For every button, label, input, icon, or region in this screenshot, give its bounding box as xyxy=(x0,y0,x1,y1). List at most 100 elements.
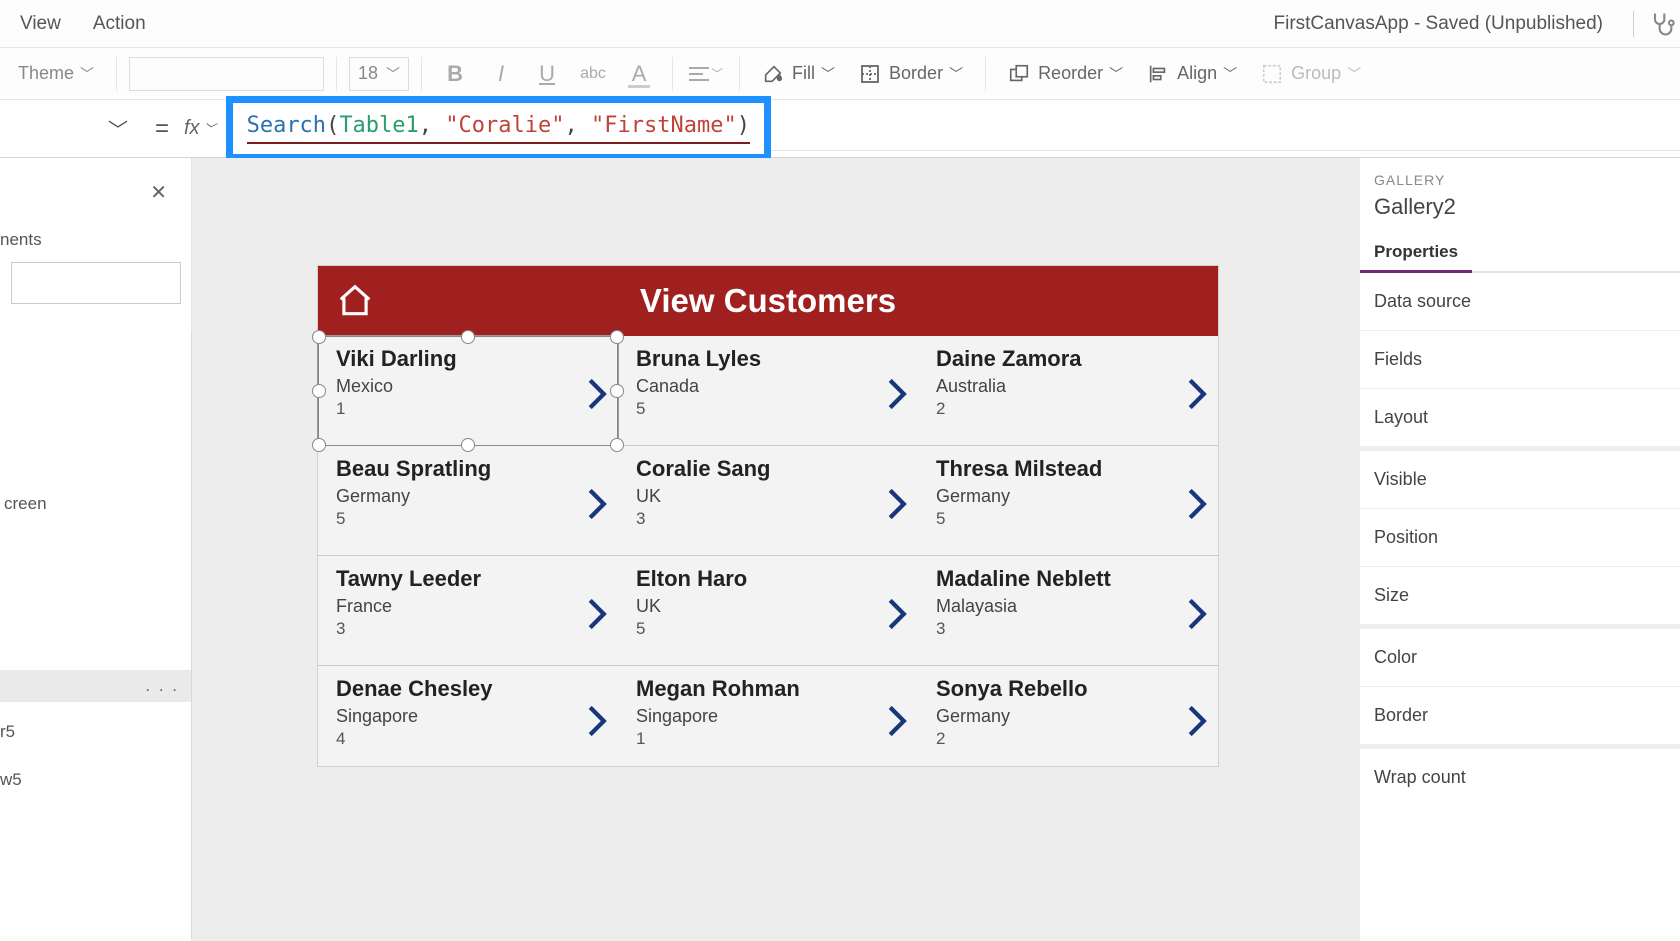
customer-number: 4 xyxy=(336,729,600,749)
stethoscope-icon[interactable] xyxy=(1648,10,1676,38)
chevron-down-icon: ﹀ xyxy=(80,64,94,84)
gallery-item[interactable]: Daine ZamoraAustralia2 xyxy=(918,336,1218,445)
customer-name: Denae Chesley xyxy=(336,676,600,702)
font-color-button[interactable]: A xyxy=(618,54,660,94)
chevron-down-icon: ﹀ xyxy=(949,64,963,84)
tree-node-selected[interactable]: . . . xyxy=(0,670,191,702)
customer-number: 1 xyxy=(336,399,600,419)
home-icon[interactable] xyxy=(336,282,374,320)
font-size-dropdown[interactable]: 18 ﹀ xyxy=(349,57,409,91)
properties-panel: GALLERY Gallery2 Properties Data source … xyxy=(1360,158,1680,941)
prop-data-source[interactable]: Data source xyxy=(1360,273,1680,331)
italic-button[interactable]: I xyxy=(480,54,522,94)
gallery-item[interactable]: Madaline NeblettMalayasia3 xyxy=(918,556,1218,665)
gallery-item[interactable]: Elton HaroUK5 xyxy=(618,556,918,665)
group-label: Group xyxy=(1291,63,1341,84)
strikethrough-button[interactable]: abc xyxy=(572,54,614,94)
chevron-right-icon[interactable] xyxy=(1186,487,1208,521)
gallery-item[interactable]: Thresa MilsteadGermany5 xyxy=(918,446,1218,555)
menu-view[interactable]: View xyxy=(4,13,77,35)
chevron-right-icon[interactable] xyxy=(586,487,608,521)
customer-number: 5 xyxy=(636,619,900,639)
customer-name: Bruna Lyles xyxy=(636,346,900,372)
chevron-right-icon[interactable] xyxy=(1186,597,1208,631)
fill-dropdown[interactable]: Fill ﹀ xyxy=(752,63,845,85)
tree-node-screen[interactable]: creen xyxy=(0,488,191,520)
gallery-control[interactable]: Viki DarlingMexico1Bruna LylesCanada5Dai… xyxy=(318,336,1218,766)
gallery-item[interactable]: Beau SpratlingGermany5 xyxy=(318,446,618,555)
text-align-button[interactable]: ﹀ xyxy=(685,54,727,94)
chevron-right-icon[interactable] xyxy=(886,487,908,521)
prop-visible[interactable]: Visible xyxy=(1360,451,1680,509)
align-dropdown[interactable]: Align ﹀ xyxy=(1137,63,1247,85)
font-size-value: 18 xyxy=(358,63,378,84)
gallery-row: Tawny LeederFrance3Elton HaroUK5Madaline… xyxy=(318,556,1218,666)
gallery-row: Viki DarlingMexico1Bruna LylesCanada5Dai… xyxy=(318,336,1218,446)
prop-color[interactable]: Color xyxy=(1360,629,1680,687)
chevron-down-icon: ﹀ xyxy=(821,64,835,84)
customer-number: 1 xyxy=(636,729,900,749)
customer-name: Sonya Rebello xyxy=(936,676,1200,702)
border-dropdown[interactable]: Border ﹀ xyxy=(849,63,973,85)
formula-input-remainder[interactable] xyxy=(771,107,1680,151)
close-icon[interactable]: ✕ xyxy=(150,180,167,205)
separator xyxy=(336,57,337,91)
customer-name: Thresa Milstead xyxy=(936,456,1200,482)
chevron-right-icon[interactable] xyxy=(586,597,608,631)
tree-search-input[interactable] xyxy=(11,262,181,304)
customer-name: Elton Haro xyxy=(636,566,900,592)
prop-layout[interactable]: Layout xyxy=(1360,389,1680,447)
reorder-dropdown[interactable]: Reorder ﹀ xyxy=(998,63,1133,85)
gallery-item[interactable]: Coralie SangUK3 xyxy=(618,446,918,555)
customer-name: Coralie Sang xyxy=(636,456,900,482)
tree-tab-fragment: nents xyxy=(0,158,191,262)
app-header-title: View Customers xyxy=(318,282,1218,320)
chevron-down-icon: ﹀ xyxy=(386,64,400,84)
font-family-dropdown[interactable] xyxy=(129,57,324,91)
prop-border[interactable]: Border xyxy=(1360,687,1680,745)
customer-number: 5 xyxy=(336,509,600,529)
chevron-right-icon[interactable] xyxy=(886,377,908,411)
chevron-right-icon[interactable] xyxy=(1186,704,1208,738)
gallery-item[interactable]: Bruna LylesCanada5 xyxy=(618,336,918,445)
chevron-right-icon[interactable] xyxy=(586,704,608,738)
prop-fields[interactable]: Fields xyxy=(1360,331,1680,389)
more-icon[interactable]: . . . xyxy=(145,676,179,696)
chevron-right-icon[interactable] xyxy=(1186,377,1208,411)
customer-country: UK xyxy=(636,486,900,507)
customer-country: Germany xyxy=(336,486,600,507)
property-selector[interactable]: ﹀ xyxy=(0,107,140,151)
gallery-item[interactable]: Megan RohmanSingapore1 xyxy=(618,666,918,766)
customer-country: Singapore xyxy=(636,706,900,727)
equals-sign: = xyxy=(140,115,184,143)
fx-button[interactable]: fx ﹀ xyxy=(184,117,226,140)
gallery-item[interactable]: Denae ChesleySingapore4 xyxy=(318,666,618,766)
chevron-right-icon[interactable] xyxy=(886,597,908,631)
formula-input-highlighted[interactable]: Search(Table1, "Coralie", "FirstName") xyxy=(226,96,771,161)
tree-view-panel: ✕ nents creen . . . r5 w5 xyxy=(0,158,192,941)
menu-action[interactable]: Action xyxy=(77,13,162,35)
workspace: ✕ nents creen . . . r5 w5 View Customers xyxy=(0,158,1680,941)
chevron-right-icon[interactable] xyxy=(586,377,608,411)
customer-name: Madaline Neblett xyxy=(936,566,1200,592)
bold-button[interactable]: B xyxy=(434,54,476,94)
prop-wrap-count[interactable]: Wrap count xyxy=(1360,749,1680,806)
gallery-item[interactable]: Sonya RebelloGermany2 xyxy=(918,666,1218,766)
customer-number: 3 xyxy=(936,619,1200,639)
separator xyxy=(739,57,740,91)
gallery-item[interactable]: Viki DarlingMexico1 xyxy=(318,336,618,445)
customer-country: Mexico xyxy=(336,376,600,397)
group-icon xyxy=(1261,63,1283,85)
gallery-item[interactable]: Tawny LeederFrance3 xyxy=(318,556,618,665)
tree-node-child[interactable]: r5 xyxy=(0,708,191,756)
prop-size[interactable]: Size xyxy=(1360,567,1680,625)
tree-node-child[interactable]: w5 xyxy=(0,756,191,804)
chevron-right-icon[interactable] xyxy=(886,704,908,738)
prop-position[interactable]: Position xyxy=(1360,509,1680,567)
underline-button[interactable]: U xyxy=(526,54,568,94)
theme-dropdown[interactable]: Theme﹀ xyxy=(8,63,104,84)
tab-properties[interactable]: Properties xyxy=(1360,234,1472,273)
group-dropdown[interactable]: Group ﹀ xyxy=(1251,63,1371,85)
customer-name: Tawny Leeder xyxy=(336,566,600,592)
reorder-label: Reorder xyxy=(1038,63,1103,84)
